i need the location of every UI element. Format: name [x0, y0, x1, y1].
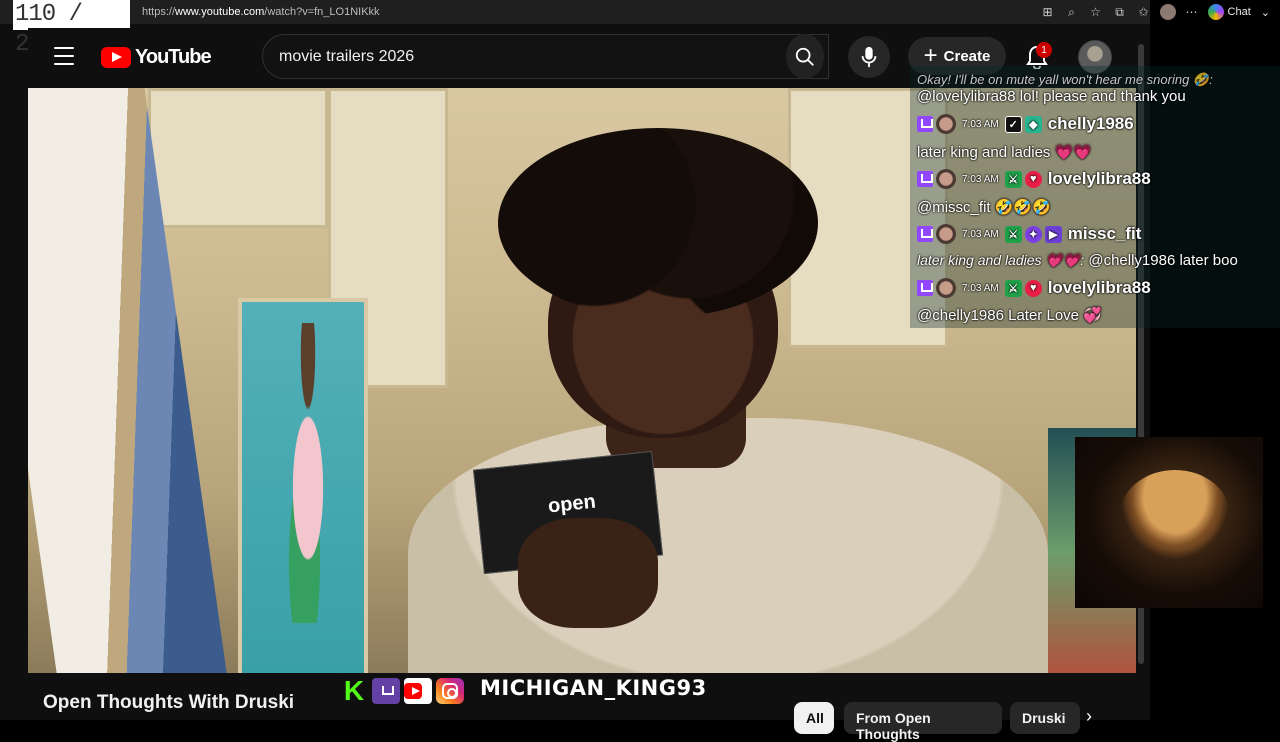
sword-badge-icon: ⚔ — [1004, 225, 1022, 243]
plus-icon: + — [923, 42, 938, 69]
sub-badge-icon: ✦ — [1024, 225, 1042, 243]
url-text[interactable]: https://www.youtube.com/watch?v=fn_LO1NI… — [142, 6, 380, 18]
chat-time: 7:03 AM — [962, 173, 999, 185]
profile-icon[interactable] — [1159, 4, 1176, 20]
app-install-icon[interactable]: ⊞ — [1040, 4, 1056, 20]
chat-avatar — [936, 278, 956, 298]
person-hair — [498, 128, 818, 318]
zoom-icon[interactable]: ⌕ — [1064, 4, 1080, 20]
chat-author-line: 7:03 AM ⚔ ♥ lovelylibra88 — [917, 169, 1151, 189]
social-icons: K — [340, 675, 464, 706]
chat-message: Okay! I'll be on mute yall won't hear me… — [917, 72, 1213, 87]
twitch-icon — [917, 116, 933, 132]
chat-quote: later king and ladies 💗💗: — [917, 252, 1085, 268]
chip-druski[interactable]: Druski — [1010, 702, 1080, 734]
video-title[interactable]: Open Thoughts With Druski — [43, 692, 294, 714]
search-input[interactable]: movie trailers 2026 ✕ — [262, 34, 829, 79]
chat-reply: later king and ladies 💗💗: @chelly1986 la… — [917, 252, 1238, 269]
favorite-star-icon[interactable]: ☆ — [1088, 4, 1104, 20]
chat-username: lovelylibra88 — [1047, 278, 1151, 297]
chat-time: 7:03 AM — [962, 282, 999, 294]
favorites-bar-icon[interactable]: ✩ — [1136, 4, 1152, 20]
webcam-person — [1120, 470, 1230, 560]
video-badge-icon: ▶ — [1044, 225, 1062, 243]
search-icon — [795, 47, 814, 66]
twitch-icon — [372, 678, 400, 704]
create-label: Create — [943, 47, 991, 65]
address-bar[interactable]: https://www.youtube.com/watch?v=fn_LO1NI… — [0, 0, 1150, 24]
chat-username: chelly1986 — [1047, 114, 1134, 133]
chat-label: Chat — [1227, 6, 1251, 18]
copilot-icon — [1207, 4, 1224, 20]
twitch-icon — [917, 226, 933, 242]
twitch-icon — [917, 280, 933, 296]
chip-from-open-thoughts[interactable]: From Open Thoughts — [844, 702, 1002, 742]
twitch-icon — [917, 171, 933, 187]
instagram-icon — [436, 678, 464, 704]
heart-badge-icon: ♥ — [1024, 170, 1042, 188]
gem-badge-icon: ◆ — [1024, 115, 1042, 133]
chat-author-line: 7:03 AM ✓ ◆ chelly1986 — [917, 114, 1134, 134]
chat-avatar — [936, 114, 956, 134]
chat-username: missc_fit — [1067, 224, 1142, 243]
chevron-down-icon: ⌄ — [1260, 6, 1270, 19]
chevron-right-icon[interactable]: › — [1086, 706, 1092, 727]
notification-badge: 1 — [1036, 42, 1052, 58]
more-options-icon[interactable]: ⋯ — [1184, 4, 1200, 20]
youtube-play-icon — [101, 47, 131, 68]
streamer-name: MICHIGAN_KING93 — [480, 676, 707, 700]
person-hand — [518, 518, 658, 628]
copilot-chat-button[interactable]: Chat ⌄ — [1207, 4, 1270, 20]
chat-avatar — [936, 169, 956, 189]
youtube-wordmark: YouTube — [135, 46, 212, 68]
search-value[interactable]: movie trailers 2026 — [279, 48, 790, 66]
chat-message: @chelly1986 Later Love 💞 — [917, 307, 1102, 324]
sword-badge-icon: ⚔ — [1004, 279, 1022, 297]
chat-message: @lovelylibra88 lol! please and thank you — [917, 88, 1186, 105]
sword-badge-icon: ⚔ — [1004, 170, 1022, 188]
youtube-logo[interactable]: YouTube — [101, 46, 212, 69]
chat-message: @chelly1986 later boo — [1088, 252, 1238, 269]
browser-toolbar: ⊞ ⌕ ☆ ⧉ ✩ ⋯ Chat ⌄ — [1040, 4, 1270, 20]
chip-all[interactable]: All — [794, 702, 834, 734]
chat-author-line: 7:03 AM ⚔ ♥ lovelylibra88 — [917, 278, 1151, 298]
youtube-icon — [404, 678, 432, 704]
heart-badge-icon: ♥ — [1024, 279, 1042, 297]
chat-message: later king and ladies 💗💗 — [917, 144, 1092, 161]
chat-avatar — [936, 224, 956, 244]
hamburger-menu-icon[interactable] — [54, 47, 74, 65]
chat-time: 7:03 AM — [962, 228, 999, 240]
microphone-icon — [861, 46, 877, 68]
chat-author-line: 7:03 AM ⚔ ✦ ▶ missc_fit — [917, 224, 1141, 244]
extensions-icon[interactable]: ⧉ — [1112, 4, 1128, 20]
kick-icon: K — [340, 675, 368, 706]
painting-figure — [273, 323, 343, 623]
verified-badge-icon: ✓ — [1004, 115, 1022, 133]
voice-search-button[interactable] — [848, 36, 890, 78]
stream-counter: 110 / 250 — [13, 0, 130, 58]
search-button[interactable] — [786, 34, 824, 79]
chat-message: @missc_fit 🤣🤣🤣 — [917, 199, 1051, 216]
background-shelf — [148, 88, 328, 228]
chat-username: lovelylibra88 — [1047, 169, 1151, 188]
chat-time: 7:03 AM — [962, 118, 999, 130]
